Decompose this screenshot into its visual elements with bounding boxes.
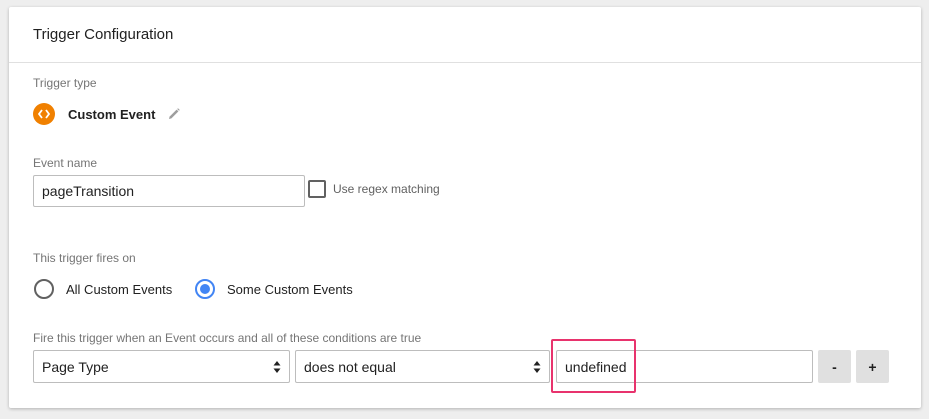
operator-select-value: does not equal <box>304 358 396 375</box>
trigger-configuration-card: Trigger Configuration Trigger type Custo… <box>9 7 921 408</box>
event-name-input[interactable]: pageTransition <box>33 175 305 207</box>
highlight-box <box>551 339 636 393</box>
event-name-label: Event name <box>33 156 98 170</box>
operator-select[interactable]: does not equal <box>295 350 550 383</box>
select-arrows-icon <box>273 360 281 374</box>
radio-all-custom-events[interactable]: All Custom Events <box>34 279 172 299</box>
radio-label-all: All Custom Events <box>66 281 173 297</box>
radio-label-some: Some Custom Events <box>227 281 353 297</box>
remove-condition-button[interactable]: - <box>818 350 851 383</box>
conditions-label: Fire this trigger when an Event occurs a… <box>33 331 422 345</box>
card-title: Trigger Configuration <box>9 7 921 63</box>
variable-select[interactable]: Page Type <box>33 350 290 383</box>
variable-select-value: Page Type <box>42 358 109 375</box>
custom-event-icon <box>33 103 55 125</box>
edit-pencil-icon[interactable] <box>167 107 181 121</box>
radio-button-unchecked[interactable] <box>34 279 54 299</box>
trigger-type-row[interactable]: Custom Event <box>33 103 181 125</box>
select-arrows-icon <box>533 360 541 374</box>
regex-checkbox-row[interactable]: Use regex matching <box>308 180 440 198</box>
fires-on-label: This trigger fires on <box>33 251 136 265</box>
add-condition-button[interactable]: + <box>856 350 889 383</box>
radio-button-checked[interactable] <box>195 279 215 299</box>
regex-checkbox-label: Use regex matching <box>333 182 440 196</box>
trigger-type-label: Trigger type <box>33 76 97 90</box>
trigger-type-name: Custom Event <box>68 106 156 122</box>
radio-some-custom-events[interactable]: Some Custom Events <box>195 279 353 299</box>
regex-checkbox[interactable] <box>308 180 326 198</box>
